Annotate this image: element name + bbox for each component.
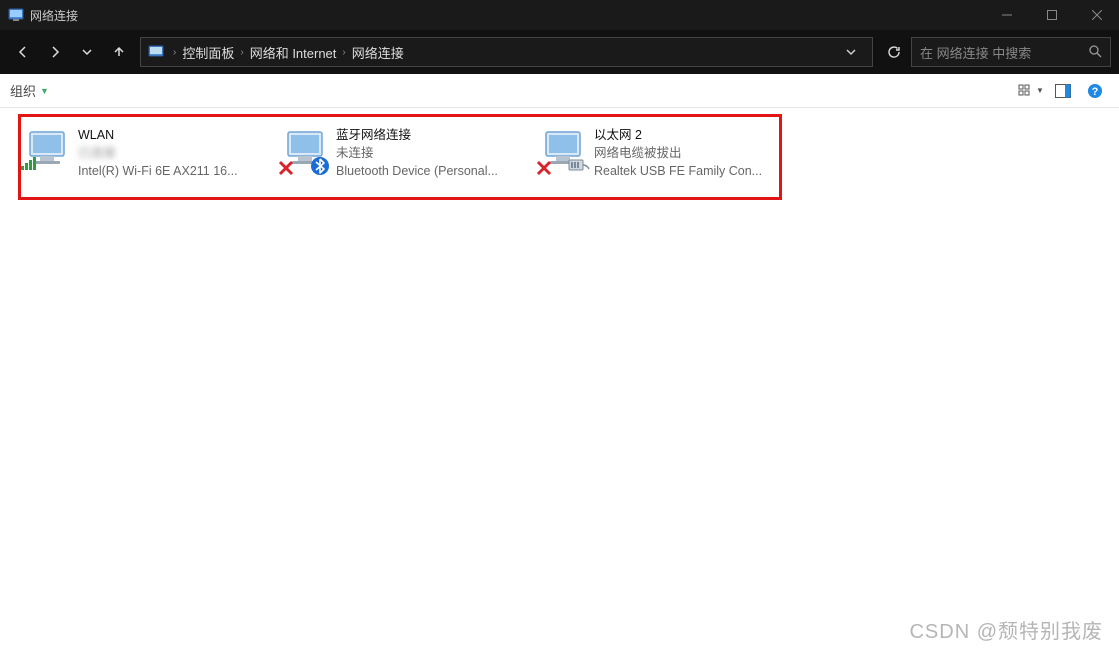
disconnected-x-icon	[278, 160, 294, 176]
breadcrumb-item[interactable]: 网络连接	[348, 43, 408, 62]
chevron-right-icon: ›	[238, 47, 245, 58]
dropdown-triangle-icon: ▼	[1036, 86, 1044, 95]
connection-status: 已连接	[78, 144, 264, 162]
close-button[interactable]	[1074, 0, 1119, 30]
preview-pane-button[interactable]	[1049, 79, 1077, 103]
forward-button[interactable]	[40, 37, 70, 67]
connection-name: WLAN	[78, 126, 264, 144]
titlebar: 网络连接	[0, 0, 1119, 30]
search-placeholder: 在 网络连接 中搜索	[920, 43, 1088, 62]
connection-status: 未连接	[336, 144, 522, 162]
navigation-bar: › 控制面板 › 网络和 Internet › 网络连接 在 网络连接 中搜索	[0, 30, 1119, 74]
address-bar[interactable]: › 控制面板 › 网络和 Internet › 网络连接	[140, 37, 873, 67]
search-input[interactable]: 在 网络连接 中搜索	[911, 37, 1111, 67]
connection-item-wlan[interactable]: WLAN 已连接 Intel(R) Wi-Fi 6E AX211 16...	[18, 122, 268, 184]
svg-text:?: ?	[1092, 86, 1099, 98]
connection-item-ethernet[interactable]: 以太网 2 网络电缆被拔出 Realtek USB FE Family Con.…	[534, 122, 784, 184]
disconnected-x-icon	[536, 160, 552, 176]
recent-locations-button[interactable]	[72, 37, 102, 67]
window-title: 网络连接	[30, 7, 78, 24]
signal-bars-icon	[20, 155, 40, 176]
command-bar: 组织 ▼ ▼ ?	[0, 74, 1119, 108]
bluetooth-icon	[310, 156, 330, 176]
connection-device: Realtek USB FE Family Con...	[594, 162, 780, 180]
connection-status: 网络电缆被拔出	[594, 144, 780, 162]
refresh-button[interactable]	[879, 37, 909, 67]
address-dropdown-button[interactable]	[836, 37, 866, 67]
chevron-right-icon: ›	[171, 47, 178, 58]
breadcrumb-item[interactable]: 网络和 Internet	[246, 43, 341, 62]
connection-device: Bluetooth Device (Personal...	[336, 162, 522, 180]
view-options-button[interactable]: ▼	[1017, 79, 1045, 103]
content-area: WLAN 已连接 Intel(R) Wi-Fi 6E AX211 16...	[0, 108, 1119, 198]
connection-item-bluetooth[interactable]: 蓝牙网络连接 未连接 Bluetooth Device (Personal...	[276, 122, 526, 184]
organize-button[interactable]: 组织 ▼	[10, 81, 49, 100]
ethernet-adapter-icon	[538, 126, 586, 174]
minimize-button[interactable]	[984, 0, 1029, 30]
organize-label: 组织	[10, 81, 36, 100]
back-button[interactable]	[8, 37, 38, 67]
breadcrumb-item[interactable]: 控制面板	[178, 43, 238, 62]
location-icon	[147, 43, 165, 61]
ethernet-plug-icon	[568, 157, 590, 178]
connection-name: 以太网 2	[594, 126, 780, 144]
chevron-right-icon: ›	[340, 47, 347, 58]
up-button[interactable]	[104, 37, 134, 67]
maximize-button[interactable]	[1029, 0, 1074, 30]
connection-name: 蓝牙网络连接	[336, 126, 522, 144]
dropdown-triangle-icon: ▼	[40, 86, 49, 96]
wifi-adapter-icon	[22, 126, 70, 174]
watermark-text: CSDN @颓特别我废	[909, 615, 1103, 644]
app-icon	[8, 7, 24, 23]
connection-device: Intel(R) Wi-Fi 6E AX211 16...	[78, 162, 264, 180]
search-icon	[1088, 44, 1102, 61]
bluetooth-adapter-icon	[280, 126, 328, 174]
help-button[interactable]: ?	[1081, 79, 1109, 103]
connections-list: WLAN 已连接 Intel(R) Wi-Fi 6E AX211 16...	[6, 114, 1113, 192]
